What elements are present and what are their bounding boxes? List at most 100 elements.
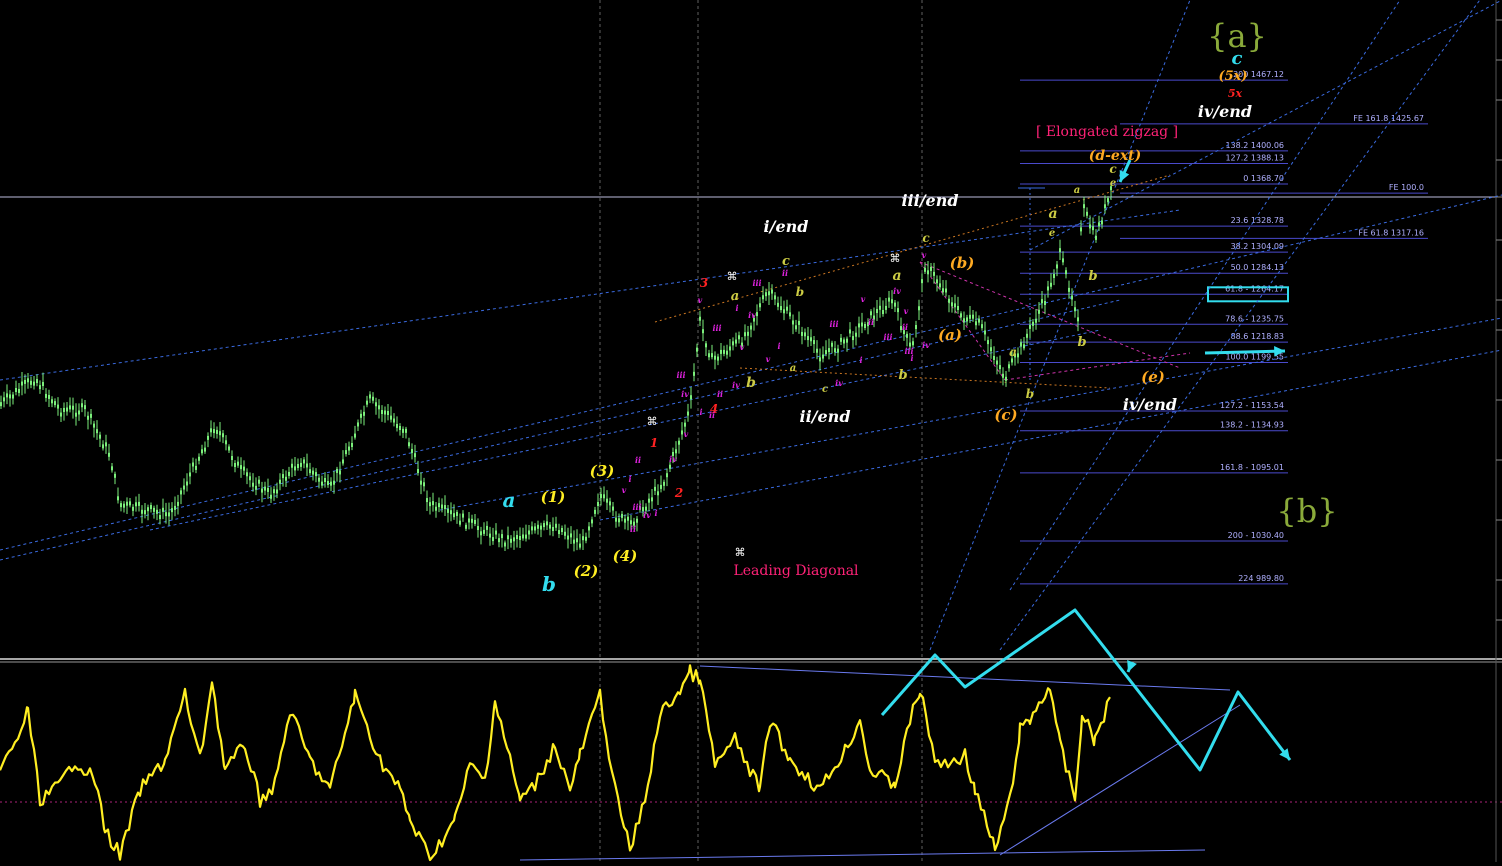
- candle-body: [30, 380, 32, 385]
- candle-body: [417, 469, 419, 474]
- candle-body: [573, 539, 575, 544]
- candle-body: [78, 410, 80, 415]
- micro-wave-label: v: [740, 342, 745, 352]
- candle-body: [450, 510, 452, 515]
- candle-body: [159, 515, 161, 520]
- micro-wave-label: iv: [893, 286, 901, 296]
- candle-body: [1035, 318, 1037, 323]
- candle-body: [255, 485, 257, 490]
- candle-body: [465, 524, 467, 529]
- candle-body: [348, 446, 350, 451]
- micro-wave-label: v: [766, 354, 771, 364]
- candle-body: [267, 487, 269, 492]
- candle-body: [258, 479, 260, 484]
- candle-body: [309, 469, 311, 474]
- micro-wave-label: ii: [902, 322, 908, 332]
- candle-body: [402, 428, 404, 433]
- candle-body: [552, 527, 554, 532]
- candle-body: [912, 341, 914, 346]
- candle-body: [807, 336, 809, 341]
- candle-body: [144, 510, 146, 515]
- candle-body: [459, 520, 461, 525]
- candle-body: [513, 537, 515, 542]
- candle-body: [570, 533, 572, 538]
- candle-body: [993, 355, 995, 360]
- wave-label: 5x: [1228, 87, 1243, 100]
- wave-label: b: [1077, 335, 1086, 350]
- projection-arrow-right: [1204, 349, 1286, 355]
- candle-body: [366, 400, 368, 405]
- wave-label: e: [1049, 228, 1055, 239]
- candle-body: [441, 504, 443, 509]
- micro-wave-label: v: [698, 295, 703, 305]
- candle-body: [795, 325, 797, 330]
- candle-body: [129, 501, 131, 506]
- wave-label: {b}: [1276, 492, 1337, 530]
- trend-line: [929, 0, 1191, 651]
- candle-body: [321, 481, 323, 486]
- candle-body: [180, 490, 182, 495]
- candle-body: [840, 337, 842, 342]
- candle-body: [468, 518, 470, 523]
- candle-body: [72, 405, 74, 410]
- candle-body: [375, 402, 377, 407]
- candle-body: [333, 480, 335, 485]
- candle-body: [153, 507, 155, 512]
- wave-label: b: [898, 368, 907, 383]
- candle-body: [936, 279, 938, 284]
- candle-body: [330, 481, 332, 486]
- chart-svg: 200 1467.12FE 161.8 1425.67138.2 1400.06…: [0, 0, 1502, 862]
- candle-body: [471, 518, 473, 523]
- candle-body: [885, 305, 887, 310]
- candle-body: [882, 310, 884, 315]
- wave-label: c: [782, 254, 790, 269]
- candle-body: [120, 503, 122, 508]
- candle-body: [1101, 220, 1103, 225]
- candle-body: [303, 459, 305, 464]
- candle-body: [486, 525, 488, 530]
- candle-body: [168, 512, 170, 517]
- candle-body: [714, 355, 716, 360]
- candle-body: [66, 407, 68, 412]
- candle-body: [432, 501, 434, 506]
- candle-body: [654, 486, 656, 491]
- candle-body: [891, 299, 893, 304]
- micro-wave-label: iv: [681, 389, 689, 399]
- candle-body: [651, 497, 653, 502]
- candle-body: [1095, 235, 1097, 240]
- candle-body: [534, 526, 536, 531]
- candle-body: [1062, 258, 1064, 263]
- candle-body: [447, 508, 449, 513]
- fib-level-label: 0 1368.70: [1243, 174, 1284, 183]
- candle-body: [1023, 344, 1025, 349]
- candle-body: [699, 316, 701, 321]
- fib-level-label: 127.2 1388.13: [1225, 153, 1284, 162]
- candle-body: [12, 394, 14, 399]
- wave-label: (b): [950, 254, 975, 272]
- candle-body: [135, 502, 137, 507]
- trend-line: [0, 209, 1181, 381]
- wave-label: (1): [541, 488, 566, 506]
- micro-wave-label: iii: [829, 319, 838, 329]
- wave-label: Leading Diagonal: [733, 563, 859, 579]
- candle-body: [858, 323, 860, 328]
- candle-body: [18, 388, 20, 393]
- candle-body: [39, 385, 41, 390]
- wave-label: i/end: [764, 217, 809, 236]
- candle-body: [150, 505, 152, 510]
- candle-body: [606, 498, 608, 503]
- candle-body: [360, 413, 362, 418]
- candle-body: [1011, 358, 1013, 363]
- candle-body: [945, 288, 947, 293]
- fib-level-label: 127.2 - 1153.54: [1220, 401, 1284, 410]
- candle-body: [990, 347, 992, 352]
- candle-body: [384, 410, 386, 415]
- wave-label: ii/end: [800, 407, 851, 426]
- candle-body: [498, 538, 500, 543]
- candle-body: [420, 480, 422, 485]
- candle-body: [231, 456, 233, 461]
- candle-body: [285, 476, 287, 481]
- micro-wave-label: ii: [868, 317, 874, 327]
- candle-body: [720, 349, 722, 354]
- candle-body: [219, 431, 221, 436]
